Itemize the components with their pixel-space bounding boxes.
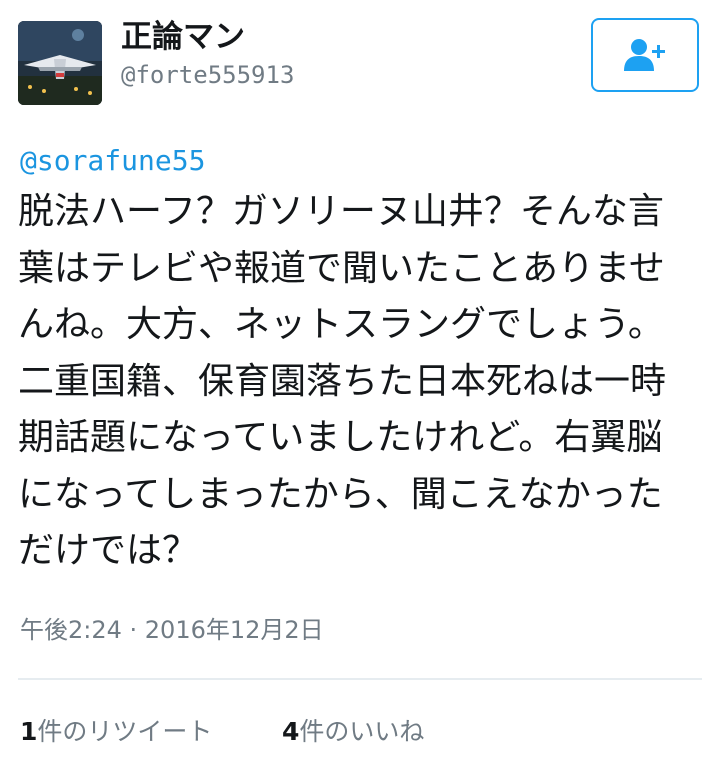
tweet-text-line: だけでは？ (18, 530, 199, 571)
tweet-text-line: 脱法ハーフ？ガソリーヌ山井？そんな言 (18, 191, 664, 232)
add-user-icon (624, 39, 665, 71)
like-label: 件のいいね (299, 717, 425, 746)
avatar[interactable] (18, 21, 102, 105)
user-handle[interactable]: @forte555913 (121, 59, 294, 91)
tweet-text-line: 期話題になっていましたけれど。右翼脳 (18, 417, 663, 458)
tweet-timestamp[interactable]: 午後2:24 · 2016年12月2日 (20, 612, 324, 648)
avatar-image (18, 21, 102, 105)
tweet-text-line: 葉はテレビや報道で聞いたことありませ (18, 247, 665, 289)
tweet-text-line: んね。大方、ネットスラングでしょう。 (18, 304, 664, 345)
retweet-count-link[interactable]: 1件のリツイート (20, 712, 212, 752)
like-count-link[interactable]: 4件のいいね (282, 712, 424, 752)
tweet-text-line: になってしまったから、聞こえなかった (18, 473, 663, 515)
follow-button[interactable] (591, 18, 699, 92)
display-name[interactable]: 正論マン (121, 17, 245, 57)
retweet-label: 件のリツイート (37, 717, 213, 746)
divider (18, 678, 702, 680)
tweet-text: 脱法ハーフ？ガソリーヌ山井？そんな言 葉はテレビや報道で聞いたことありませ んね… (18, 184, 708, 580)
retweet-count: 1 (20, 717, 38, 746)
tweet-text-line: 二重国籍、保育園落ちた日本死ねは一時 (18, 360, 667, 402)
reply-to-mention[interactable]: @sorafune55 (20, 142, 205, 180)
like-count: 4 (282, 717, 300, 746)
